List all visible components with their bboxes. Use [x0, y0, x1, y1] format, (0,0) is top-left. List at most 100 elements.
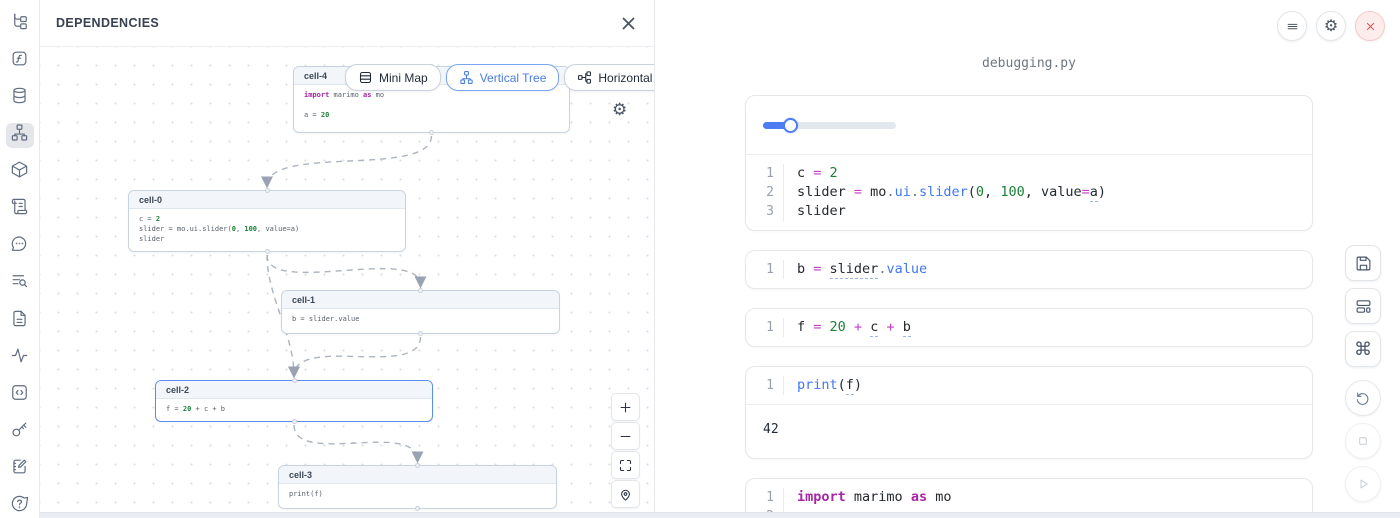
minimap-icon — [358, 70, 373, 85]
dependencies-panel-header: DEPENDENCIES — [40, 0, 654, 47]
slider-widget[interactable] — [763, 118, 896, 133]
graph-node-cell-0[interactable]: cell-0c = 2slider = mo.ui.slider(0, 100,… — [128, 190, 406, 252]
notebook-header-buttons: ⚙ — [1277, 11, 1385, 41]
graph-node-cell-2[interactable]: cell-2f = 20 + c + b — [155, 380, 433, 422]
cell-editor[interactable]: 1b = slider.value — [746, 251, 1312, 288]
cell-output-area — [746, 96, 1312, 155]
menu-button[interactable] — [1277, 11, 1307, 41]
plus-icon — [618, 400, 633, 415]
sidebar-item-tracing[interactable] — [6, 345, 34, 370]
close-panel-icon[interactable] — [621, 16, 636, 31]
node-handle-bottom[interactable] — [415, 506, 420, 511]
shutdown-button[interactable] — [1355, 11, 1385, 41]
notebook-settings-button[interactable]: ⚙ — [1316, 11, 1346, 41]
view-button-label: Horizontal Tree — [598, 71, 654, 85]
map-pin-icon — [618, 487, 633, 502]
command-palette-button[interactable]: ⌘ — [1345, 331, 1381, 367]
zoom-in-button[interactable] — [611, 393, 640, 421]
slider-thumb[interactable] — [783, 118, 798, 133]
sidebar-item-data-sources[interactable] — [6, 86, 34, 111]
sidebar-item-logs[interactable] — [6, 271, 34, 296]
fit-view-button[interactable] — [611, 451, 640, 479]
icon-sidebar — [0, 0, 40, 518]
code-content: c = 2slider = mo.ui.slider(0, 100, value… — [784, 164, 1106, 221]
graph-node-cell-1[interactable]: cell-1b = slider.value — [281, 290, 560, 334]
sidebar-item-file-tree[interactable] — [6, 12, 34, 37]
sidebar-item-scratchpad[interactable] — [6, 197, 34, 222]
code-content: b = slider.value — [784, 260, 927, 279]
document-icon — [10, 309, 29, 333]
line-numbers: 1 — [746, 376, 784, 395]
graph-node-code: f = 20 + c + b — [156, 399, 432, 419]
sidebar-item-snippets[interactable] — [6, 382, 34, 407]
sidebar-item-documentation[interactable] — [6, 308, 34, 333]
line-numbers: 1 — [746, 318, 784, 337]
sidebar-item-functions[interactable] — [6, 49, 34, 74]
notebook-cell-3: 1print(f)42 — [745, 366, 1313, 459]
layout-button[interactable] — [1345, 288, 1381, 324]
fit-view-icon — [618, 458, 633, 473]
notebook-cell-0: 123c = 2slider = mo.ui.slider(0, 100, va… — [745, 95, 1313, 231]
gear-icon: ⚙ — [1324, 16, 1338, 36]
graph-edge-cell-0-cell-1 — [267, 255, 421, 286]
file-tree-icon — [10, 12, 29, 36]
line-numbers: 123 — [746, 164, 784, 221]
dependency-graph-canvas[interactable]: cell-4import marimo as mo a = 20cell-0c … — [40, 47, 654, 518]
save-button[interactable] — [1345, 245, 1381, 281]
help-icon — [10, 494, 29, 518]
locate-button[interactable] — [611, 480, 640, 508]
dependencies-icon — [10, 123, 29, 147]
list-search-icon — [10, 271, 29, 295]
graph-node-code: c = 2slider = mo.ui.slider(0, 100, value… — [129, 209, 405, 249]
view-button-vtree[interactable]: Vertical Tree — [446, 64, 560, 91]
notebook-filename[interactable]: debugging.py — [745, 56, 1313, 71]
stop-button[interactable] — [1345, 423, 1381, 459]
notebook-side-buttons: ⌘ — [1345, 245, 1381, 502]
dependencies-panel: DEPENDENCIES cell-4import marimo as mo a… — [40, 0, 655, 518]
node-handle-bottom[interactable] — [292, 419, 297, 424]
package-icon — [10, 160, 29, 184]
close-icon — [1363, 19, 1378, 34]
view-button-label: Mini Map — [379, 71, 428, 85]
notebook-pen-icon — [10, 457, 29, 481]
view-button-htree[interactable]: Horizontal Tree — [564, 64, 654, 91]
view-button-minimap[interactable]: Mini Map — [345, 64, 441, 91]
cell-output-text: 42 — [746, 404, 1312, 458]
run-button[interactable] — [1345, 466, 1381, 502]
graph-node-label: cell-3 — [279, 466, 556, 484]
sidebar-item-chat[interactable] — [6, 234, 34, 259]
sidebar-item-help[interactable] — [6, 493, 34, 518]
node-handle-top[interactable] — [265, 188, 270, 193]
line-numbers: 1 — [746, 260, 784, 279]
graph-node-label: cell-1 — [282, 291, 559, 309]
code-content: f = 20 + c + b — [784, 318, 911, 337]
zoom-out-button[interactable] — [611, 422, 640, 450]
sidebar-item-secrets[interactable] — [6, 419, 34, 444]
chat-icon — [10, 234, 29, 258]
layout-icon — [1355, 298, 1372, 315]
cell-editor[interactable]: 1print(f) — [746, 367, 1312, 404]
node-handle-bottom[interactable] — [265, 249, 270, 254]
sidebar-item-notebook[interactable] — [6, 456, 34, 481]
graph-node-cell-3[interactable]: cell-3print(f) — [278, 465, 557, 509]
graph-edge-cell-4-cell-0 — [267, 136, 432, 186]
sidebar-item-dependencies[interactable] — [6, 123, 34, 148]
undo-button[interactable] — [1345, 380, 1381, 416]
node-handle-top[interactable] — [292, 378, 297, 383]
function-icon — [10, 49, 29, 73]
graph-settings-button[interactable]: ⚙ — [612, 101, 627, 118]
panel-title: DEPENDENCIES — [56, 16, 159, 30]
cell-editor[interactable]: 123c = 2slider = mo.ui.slider(0, 100, va… — [746, 155, 1312, 230]
marimo-app: DEPENDENCIES cell-4import marimo as mo a… — [0, 0, 1400, 518]
code-content: print(f) — [784, 376, 862, 395]
cell-editor[interactable]: 1f = 20 + c + b — [746, 309, 1312, 346]
graph-edge-cell-2-cell-3 — [294, 425, 418, 461]
node-handle-bottom[interactable] — [429, 130, 434, 135]
minus-icon — [618, 429, 633, 444]
node-handle-top[interactable] — [418, 288, 423, 293]
node-handle-top[interactable] — [415, 463, 420, 468]
sidebar-item-packages[interactable] — [6, 160, 34, 185]
node-handle-bottom[interactable] — [418, 331, 423, 336]
graph-zoom-controls — [611, 393, 640, 508]
play-icon — [1355, 476, 1371, 492]
